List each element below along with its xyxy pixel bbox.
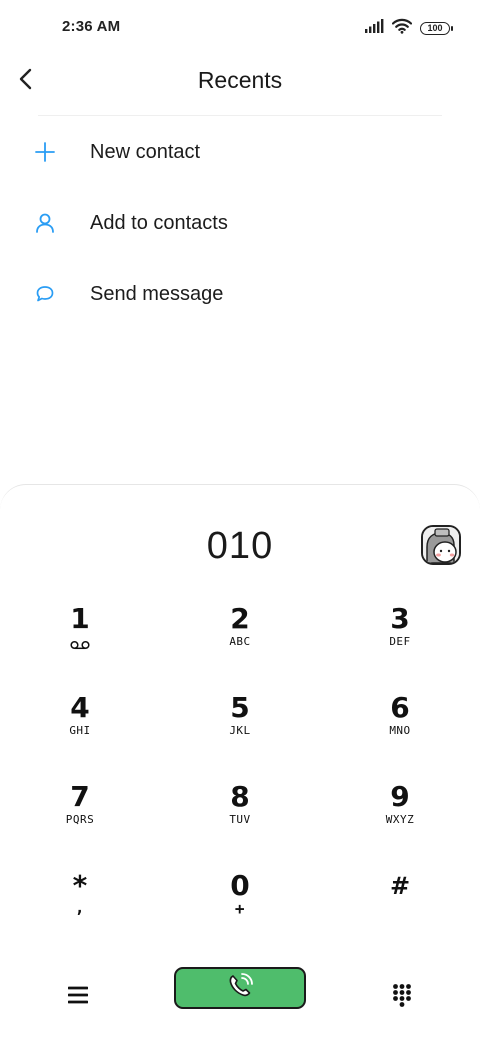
person-icon xyxy=(32,210,58,236)
key-hash-digit: # xyxy=(389,872,411,900)
wifi-icon xyxy=(391,18,413,39)
send-message-label: Send message xyxy=(90,282,224,305)
keypad-icon xyxy=(392,983,412,1012)
key-6[interactable]: 6 MNO xyxy=(340,692,460,770)
key-2[interactable]: 2 ABC xyxy=(180,603,300,681)
key-6-letters: MNO xyxy=(389,724,411,737)
call-button[interactable] xyxy=(174,967,306,1009)
key-0[interactable]: 0 + xyxy=(180,870,300,948)
status-bar: 2:36 AM 100 xyxy=(0,0,480,56)
header: Recents xyxy=(0,56,480,112)
status-time: 2:36 AM xyxy=(62,18,121,35)
key-8[interactable]: 8 TUV xyxy=(180,781,300,859)
message-bubble-icon xyxy=(32,281,58,307)
status-icons: 100 xyxy=(364,18,453,39)
key-6-digit: 6 xyxy=(390,691,410,724)
key-9-digit: 9 xyxy=(390,780,410,813)
key-star-letters: , xyxy=(74,898,86,917)
key-2-letters: ABC xyxy=(229,635,251,648)
add-to-contacts-action[interactable]: Add to contacts xyxy=(0,193,480,253)
key-7-digit: 7 xyxy=(70,780,90,813)
key-5[interactable]: 5 JKL xyxy=(180,692,300,770)
key-9-letters: WXYZ xyxy=(385,813,415,826)
keypad-toggle-button[interactable] xyxy=(384,979,420,1015)
page-title: Recents xyxy=(197,67,283,93)
key-7[interactable]: 7 PQRS xyxy=(20,781,140,859)
key-9[interactable]: 9 WXYZ xyxy=(340,781,460,859)
key-3-letters: DEF xyxy=(389,635,411,648)
key-4-letters: GHI xyxy=(69,724,91,737)
key-0-digit: 0 xyxy=(230,869,250,902)
battery-icon: 100 xyxy=(420,21,453,35)
dialer-bottom-bar xyxy=(0,965,480,1025)
key-5-digit: 5 xyxy=(230,691,250,724)
new-contact-action[interactable]: New contact xyxy=(0,122,480,182)
key-7-letters: PQRS xyxy=(65,813,95,826)
header-divider xyxy=(38,115,442,116)
signal-icon xyxy=(364,18,384,38)
plus-icon xyxy=(32,139,58,165)
new-contact-label: New contact xyxy=(90,140,201,163)
key-hash[interactable]: # xyxy=(340,870,460,948)
menu-button[interactable] xyxy=(60,983,96,1011)
send-message-action[interactable]: Send message xyxy=(0,264,480,324)
add-to-contacts-label: Add to contacts xyxy=(90,211,228,234)
key-3-digit: 3 xyxy=(390,602,410,635)
key-3[interactable]: 3 DEF xyxy=(340,603,460,681)
phone-call-icon xyxy=(226,972,254,1005)
key-2-digit: 2 xyxy=(230,602,250,635)
sticker-avatar-icon[interactable] xyxy=(421,525,461,565)
key-5-letters: JKL xyxy=(229,724,251,737)
key-0-letters: + xyxy=(234,899,246,918)
key-8-digit: 8 xyxy=(230,780,250,813)
key-4-digit: 4 xyxy=(70,691,90,724)
key-1[interactable]: 1 xyxy=(20,603,140,681)
dialer-panel: 010 1 2 ABC 3 DEF 4 GHI 5 JKL 6 MNO 7 PQ… xyxy=(0,484,480,1040)
voicemail-icon xyxy=(70,637,90,655)
menu-icon xyxy=(67,986,89,1009)
key-star[interactable]: * , xyxy=(20,870,140,948)
dialed-number: 010 xyxy=(206,525,274,567)
key-4[interactable]: 4 GHI xyxy=(20,692,140,770)
key-8-letters: TUV xyxy=(229,813,251,826)
key-1-digit: 1 xyxy=(70,602,90,635)
